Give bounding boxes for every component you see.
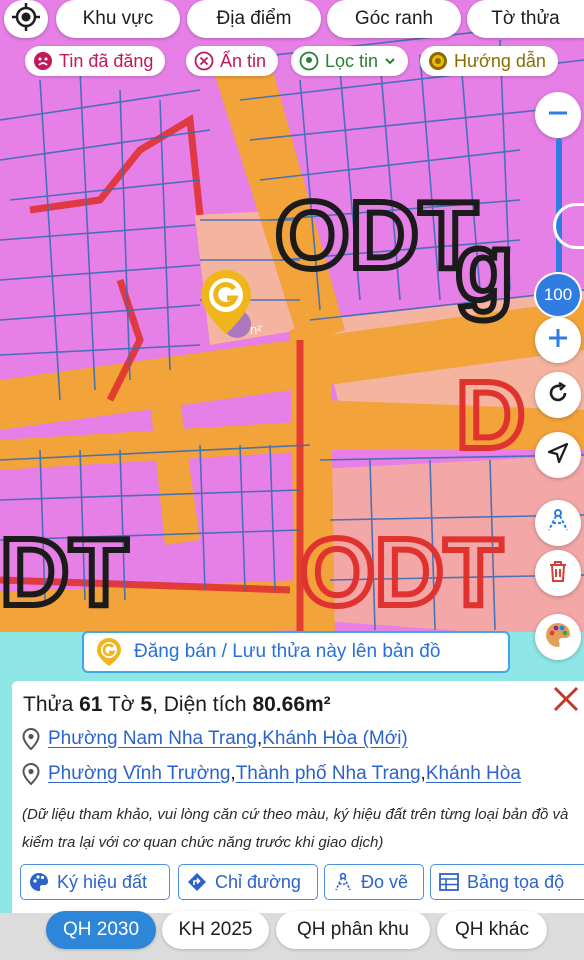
minus-icon xyxy=(547,102,569,129)
tab-label: QH phân khu xyxy=(297,919,409,940)
parcel-to-number: 5 xyxy=(140,693,153,716)
tab-label: Địa điểm xyxy=(216,8,292,29)
map-style-button[interactable] xyxy=(535,614,581,660)
old-ward-link[interactable]: Phường Vĩnh Trường xyxy=(48,763,230,785)
app-logo-icon xyxy=(96,637,122,667)
new-province-link[interactable]: Khánh Hòa (Mới) xyxy=(262,728,408,750)
chip-label: Tin đã đăng xyxy=(59,50,154,71)
tab-khu-vuc[interactable]: Khu vực xyxy=(56,0,180,38)
parcel-to-prefix: Tờ xyxy=(107,693,135,716)
land-symbol-button[interactable]: Ký hiệu đất xyxy=(20,864,170,900)
trash-icon xyxy=(547,559,569,588)
zoom-level-badge: 100 xyxy=(534,272,582,318)
old-province-link[interactable]: Khánh Hòa xyxy=(426,763,521,785)
parcel-thua-number: 61 xyxy=(79,693,103,716)
old-address-row: Phường Vĩnh Trường, Thành phố Nha Trang,… xyxy=(22,760,521,788)
refresh-button[interactable] xyxy=(535,372,581,418)
parcel-area-value: 80.66m² xyxy=(252,693,331,716)
tab-kh-2025[interactable]: KH 2025 xyxy=(162,911,269,949)
locate-me-button[interactable] xyxy=(4,0,48,38)
tab-label: QH 2030 xyxy=(62,919,140,940)
action-label: Đo vẽ xyxy=(361,871,409,892)
zone-label-d-right: D xyxy=(456,362,525,469)
table-icon xyxy=(439,873,459,891)
tab-qh-2030[interactable]: QH 2030 xyxy=(46,911,156,949)
chip-label: Ẩn tin xyxy=(220,50,267,71)
parcel-info-panel: Thửa 61 Tờ 5, Diện tích 80.66m² Phường N… xyxy=(12,681,584,913)
play-circle-icon xyxy=(428,51,448,71)
palette-icon xyxy=(544,621,572,654)
chip-loc-tin[interactable]: Lọc tin xyxy=(291,46,409,76)
zone-label-g-right: g xyxy=(455,214,514,321)
chip-tin-da-dang[interactable]: Tin đã đăng xyxy=(25,46,166,76)
disclaimer-note: (Dữ liệu tham khảo, vui lòng căn cứ theo… xyxy=(22,806,569,851)
coordinate-table-button[interactable]: Bảng tọa độ xyxy=(430,864,584,900)
post-parcel-button[interactable]: Đăng bán / Lưu thửa này lên bản đồ xyxy=(82,631,510,673)
tab-goc-ranh[interactable]: Góc ranh xyxy=(327,0,461,38)
location-pin-icon xyxy=(299,51,319,71)
tab-label: Góc ranh xyxy=(354,8,434,29)
parcel-title: Thửa 61 Tờ 5, Diện tích 80.66m² xyxy=(23,693,331,717)
action-label: Ký hiệu đất xyxy=(57,871,148,892)
zoom-out-button[interactable] xyxy=(535,92,581,138)
directions-button[interactable]: Chỉ đường xyxy=(178,864,318,900)
map-pin-icon xyxy=(22,763,40,785)
map-marker-pin[interactable] xyxy=(197,268,255,340)
tab-qh-khac[interactable]: QH khác xyxy=(437,911,547,949)
tab-dia-diem[interactable]: Địa điểm xyxy=(187,0,321,38)
measure-button[interactable] xyxy=(535,500,581,546)
close-circle-icon xyxy=(194,51,214,71)
measure-icon xyxy=(333,872,353,892)
chip-label: Lọc tin xyxy=(325,50,379,71)
zone-label-dt-left: DT xyxy=(0,519,128,626)
chip-an-tin[interactable]: Ẩn tin xyxy=(186,46,279,76)
zoom-level-value: 100 xyxy=(543,285,573,304)
post-banner-label: Đăng bán / Lưu thửa này lên bản đồ xyxy=(134,641,441,662)
crosshair-icon xyxy=(12,2,40,36)
sad-face-icon xyxy=(33,51,53,71)
refresh-icon xyxy=(546,381,570,410)
close-icon xyxy=(550,686,582,719)
navigate-button[interactable] xyxy=(535,432,581,478)
parcel-thua-prefix: Thửa xyxy=(23,693,74,716)
new-ward-link[interactable]: Phường Nam Nha Trang xyxy=(48,728,257,750)
area-tag: n² xyxy=(250,322,262,337)
tab-to-thua[interactable]: Tờ thửa xyxy=(467,0,584,38)
tab-label: Tờ thửa xyxy=(491,8,560,29)
directions-icon xyxy=(187,872,207,892)
chip-label: Hướng dẫn xyxy=(454,50,546,71)
plus-icon xyxy=(547,327,569,354)
delete-button[interactable] xyxy=(535,550,581,596)
zone-label-odt-top: ODT xyxy=(275,182,478,289)
chevron-down-icon xyxy=(384,55,396,67)
palette-icon xyxy=(29,872,49,892)
old-city-link[interactable]: Thành phố Nha Trang xyxy=(236,763,421,785)
tab-label: KH 2025 xyxy=(178,919,253,940)
new-address-row: Phường Nam Nha Trang, Khánh Hòa (Mới) xyxy=(22,725,408,753)
parcel-area-prefix: , Diện tích xyxy=(152,693,247,716)
tab-label: QH khác xyxy=(455,919,529,940)
zone-label-odt-mid: ODT xyxy=(300,519,503,626)
tab-qh-phan-khu[interactable]: QH phân khu xyxy=(276,911,430,949)
navigation-arrow-icon xyxy=(546,441,570,470)
close-panel-button[interactable] xyxy=(550,683,582,715)
measure-draw-button[interactable]: Đo vẽ xyxy=(324,864,424,900)
zoom-in-button[interactable] xyxy=(535,317,581,363)
action-label: Bảng tọa độ xyxy=(467,871,565,892)
action-label: Chỉ đường xyxy=(215,871,301,892)
chip-huong-dan[interactable]: Hướng dẫn xyxy=(420,46,558,76)
tab-label: Khu vực xyxy=(82,8,154,29)
map-pin-icon xyxy=(22,728,40,750)
measure-icon xyxy=(545,508,571,539)
